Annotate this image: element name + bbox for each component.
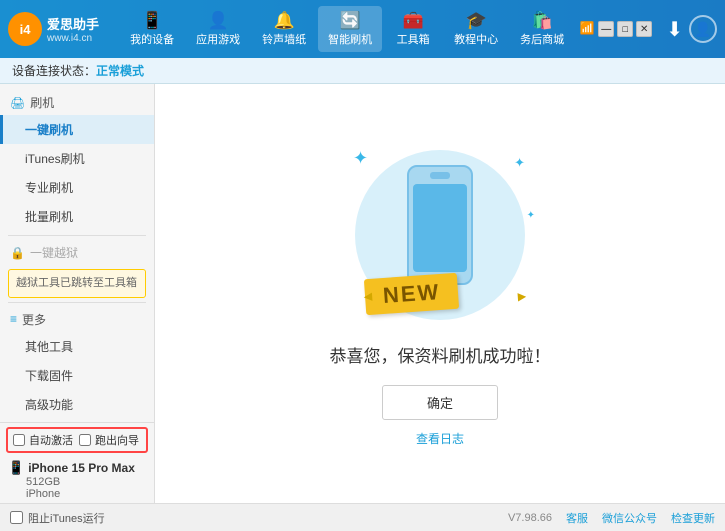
sidebar: 🖨 刷机 一键刷机 iTunes刷机 专业刷机 批量刷机 � [0,84,155,503]
sidebar-item-batch-flash[interactable]: 批量刷机 [0,202,154,231]
sidebar-section-flash: 🖨 刷机 一键刷机 iTunes刷机 专业刷机 批量刷机 [0,90,154,231]
device-storage: 512GB [8,476,146,488]
device-name-row: 📱 iPhone 15 Pro Max [8,460,146,476]
ringtone-label: 铃声墙纸 [262,31,306,47]
flash-section-icon: 🖨 [10,96,25,110]
footer-left: 阻止iTunes运行 [10,510,105,526]
log-link[interactable]: 查看日志 [416,430,464,447]
device-options-box: 自动激活 跑出向导 [6,427,148,453]
wechat-link[interactable]: 微信公众号 [602,510,657,526]
logo: i4 爱思助手 www.i4.cn [8,12,99,46]
device-phone-icon: 📱 [8,460,24,476]
content-area: ✦ ✦ ✦ NEW ◄ ► 恭喜您，保资料刷机成功啦！ 确定 查看日志 [155,84,725,503]
device-type: iPhone [8,488,146,500]
illustration-phone-screen [413,184,467,272]
sidebar-divider-1 [8,235,146,236]
sidebar-scroll: 🖨 刷机 一键刷机 iTunes刷机 专业刷机 批量刷机 � [0,84,154,422]
nav-item-apps-games[interactable]: 👤 应用游戏 [186,6,250,52]
illustration-phone [407,165,473,285]
wifi-icon: 📶 [579,21,595,37]
close-icon[interactable]: ✕ [636,21,652,37]
smart-flash-label: 智能刷机 [328,31,372,47]
status-value: 正常模式 [96,62,144,79]
header: i4 爱思助手 www.i4.cn 📱 我的设备 👤 应用游戏 🔔 铃声墙纸 🔄… [0,0,725,58]
badge-arrow-left: ◄ [360,288,375,305]
sidebar-item-itunes-flash[interactable]: iTunes刷机 [0,144,154,173]
official-link[interactable]: 客服 [566,510,588,526]
sidebar-note: 越狱工具已跳转至工具箱 [8,269,146,298]
more-section-label: 更多 [22,311,46,328]
minimize-icon[interactable]: — [598,21,614,37]
sidebar-item-other-tools[interactable]: 其他工具 [0,332,154,361]
illustration-phone-notch [430,172,450,179]
success-message: 恭喜您，保资料刷机成功啦！ [330,342,551,367]
download-button[interactable]: ⬇ [666,17,683,42]
phone-illustration: ✦ ✦ ✦ NEW ◄ ► [335,140,545,330]
disabled-label: 一键越狱 [30,244,78,261]
smart-flash-icon: 🔄 [340,11,361,31]
header-actions: 📶 — □ ✕ ⬇ 👤 [579,15,717,43]
lock-icon: 🔒 [10,246,25,260]
toolbox-label: 工具箱 [397,31,430,47]
nav-item-tutorial[interactable]: 🎓 教程中心 [444,6,508,52]
device-name: iPhone 15 Pro Max [28,461,135,475]
user-button[interactable]: 👤 [689,15,717,43]
version-label: V7.98.66 [508,512,552,524]
nav-item-smart-flash[interactable]: 🔄 智能刷机 [318,6,382,52]
nav-item-my-device[interactable]: 📱 我的设备 [120,6,184,52]
logo-text-1: 爱思助手 [47,14,99,33]
stop-itunes-label: 阻止iTunes运行 [28,510,105,526]
auto-activate-checkbox[interactable] [13,434,25,446]
check-update-link[interactable]: 检查更新 [671,510,715,526]
my-device-icon: 📱 [142,11,163,31]
sidebar-section-more-header: ≡ 更多 [0,307,154,332]
tutorial-label: 教程中心 [454,31,498,47]
new-badge: NEW [364,273,460,315]
sidebar-item-one-click-flash[interactable]: 一键刷机 [0,115,154,144]
toolbox-icon: 🧰 [403,11,424,31]
sidebar-disabled-jailbreak: 🔒 一键越狱 [0,240,154,265]
nav-item-ringtone[interactable]: 🔔 铃声墙纸 [252,6,316,52]
sparkle-top-right: ✦ [514,155,525,171]
service-icon: 🛍️ [532,11,553,31]
logo-icon: i4 [8,12,42,46]
service-label: 务后商城 [520,31,564,47]
status-prefix: 设备连接状态： [12,62,96,79]
nav-bar: 📱 我的设备 👤 应用游戏 🔔 铃声墙纸 🔄 智能刷机 🧰 工具箱 🎓 教程中心… [115,6,579,52]
footer-right: V7.98.66 客服 微信公众号 检查更新 [508,510,715,526]
tutorial-icon: 🎓 [466,11,487,31]
sparkle-mid-right: ✦ [527,210,535,221]
sidebar-item-pro-flash[interactable]: 专业刷机 [0,173,154,202]
apps-games-label: 应用游戏 [196,31,240,47]
main-content: 🖨 刷机 一键刷机 iTunes刷机 专业刷机 批量刷机 � [0,84,725,503]
logo-text-2: www.i4.cn [47,33,99,44]
my-device-label: 我的设备 [130,31,174,47]
nav-item-service[interactable]: 🛍️ 务后商城 [510,6,574,52]
nav-item-toolbox[interactable]: 🧰 工具箱 [384,6,442,52]
sidebar-section-more: ≡ 更多 其他工具 下载固件 高级功能 [0,307,154,419]
stop-itunes-checkbox[interactable] [10,511,23,524]
ringtone-icon: 🔔 [274,11,295,31]
device-info: 📱 iPhone 15 Pro Max 512GB iPhone [0,457,154,503]
badge-arrow-right: ► [515,288,530,305]
flash-section-label: 刷机 [30,94,54,111]
guide-checkbox[interactable] [79,434,91,446]
sidebar-section-flash-header: 🖨 刷机 [0,90,154,115]
sparkle-top-left: ✦ [353,148,368,169]
more-section-icon: ≡ [10,312,17,326]
sidebar-item-advanced[interactable]: 高级功能 [0,390,154,419]
device-section: 自动激活 跑出向导 📱 iPhone 15 Pro Max 512GB iPho… [0,422,154,503]
maximize-icon[interactable]: □ [617,21,633,37]
device-options-row: 自动激活 跑出向导 [13,432,141,448]
sidebar-divider-2 [8,302,146,303]
guide-label: 跑出向导 [95,432,139,448]
confirm-button[interactable]: 确定 [382,385,498,420]
sidebar-item-download-firmware[interactable]: 下载固件 [0,361,154,390]
status-bar: 设备连接状态： 正常模式 [0,58,725,84]
auto-activate-label: 自动激活 [29,432,73,448]
apps-games-icon: 👤 [208,11,229,31]
